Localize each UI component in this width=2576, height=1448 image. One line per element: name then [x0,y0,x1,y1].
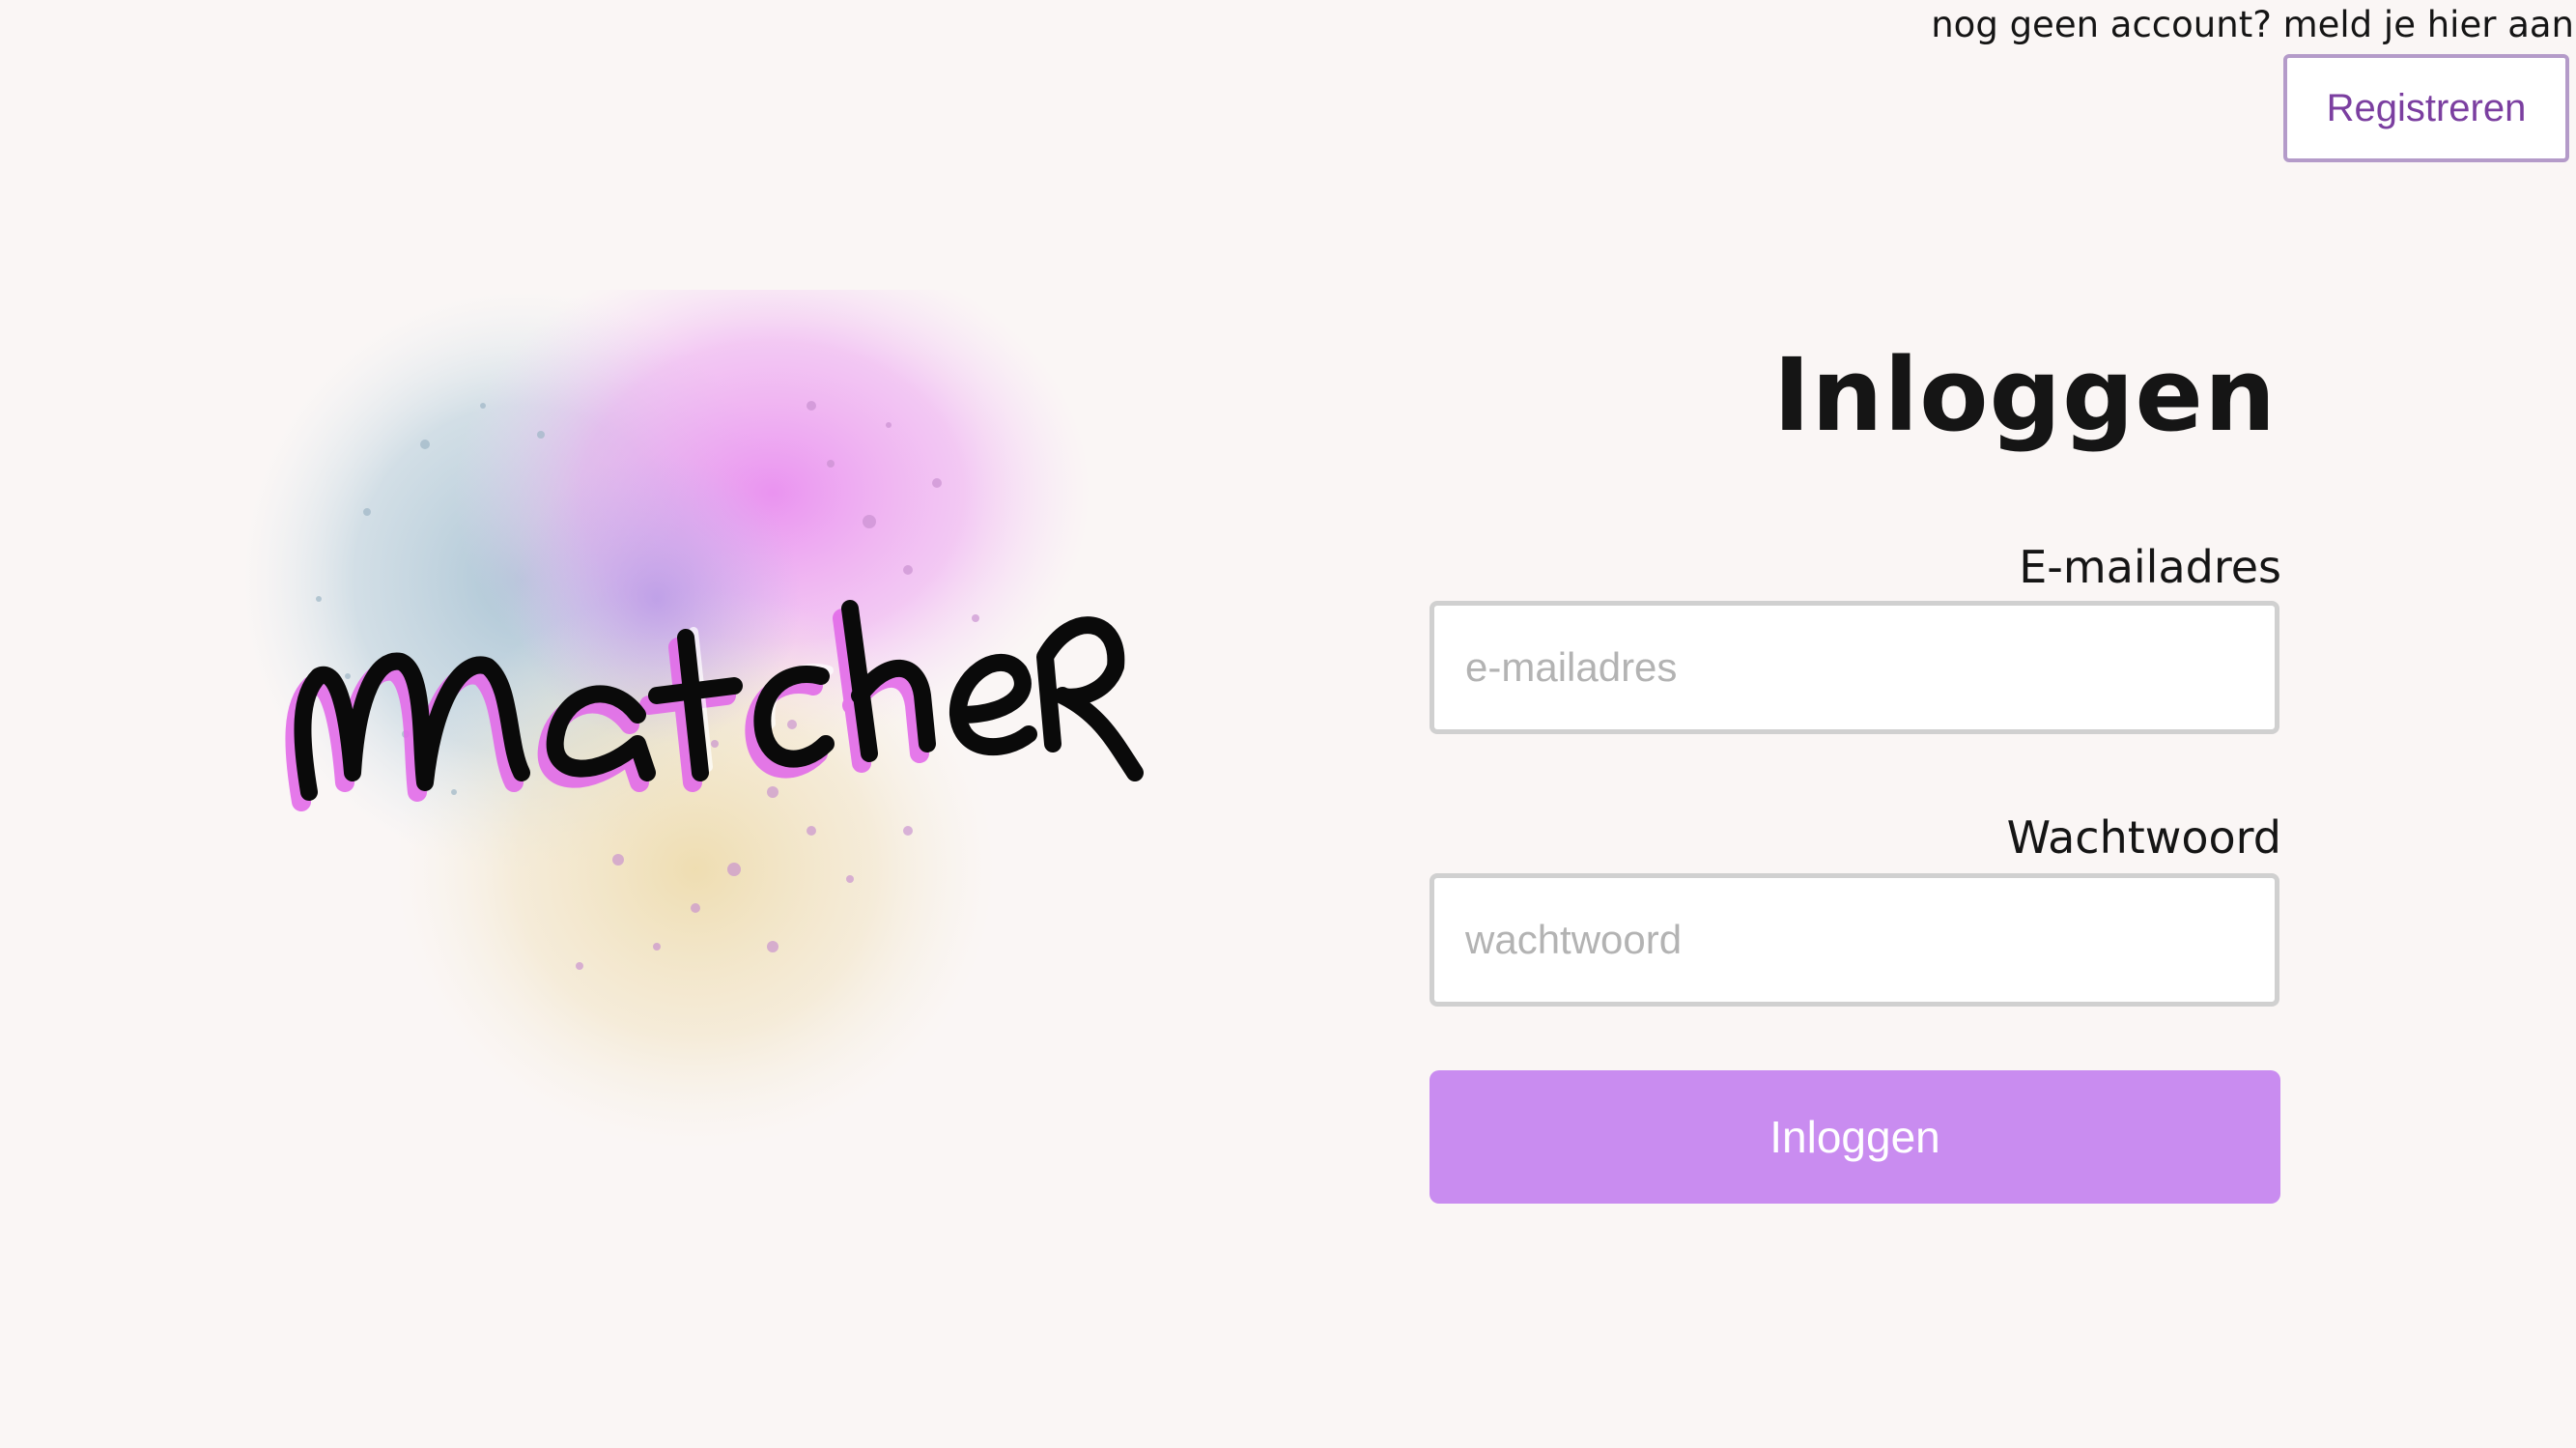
login-title: Inloggen [1772,336,2277,454]
login-button[interactable]: Inloggen [1430,1070,2280,1204]
matcher-logo [232,290,1159,1159]
email-input[interactable] [1430,601,2279,734]
register-button[interactable]: Registreren [2283,54,2569,162]
password-label: Wachtwoord [2006,811,2281,864]
register-prompt: nog geen account? meld je hier aan [1931,4,2574,45]
password-input[interactable] [1430,873,2279,1007]
email-label: E-mailadres [2019,541,2281,593]
logo-artwork [241,290,1144,1150]
